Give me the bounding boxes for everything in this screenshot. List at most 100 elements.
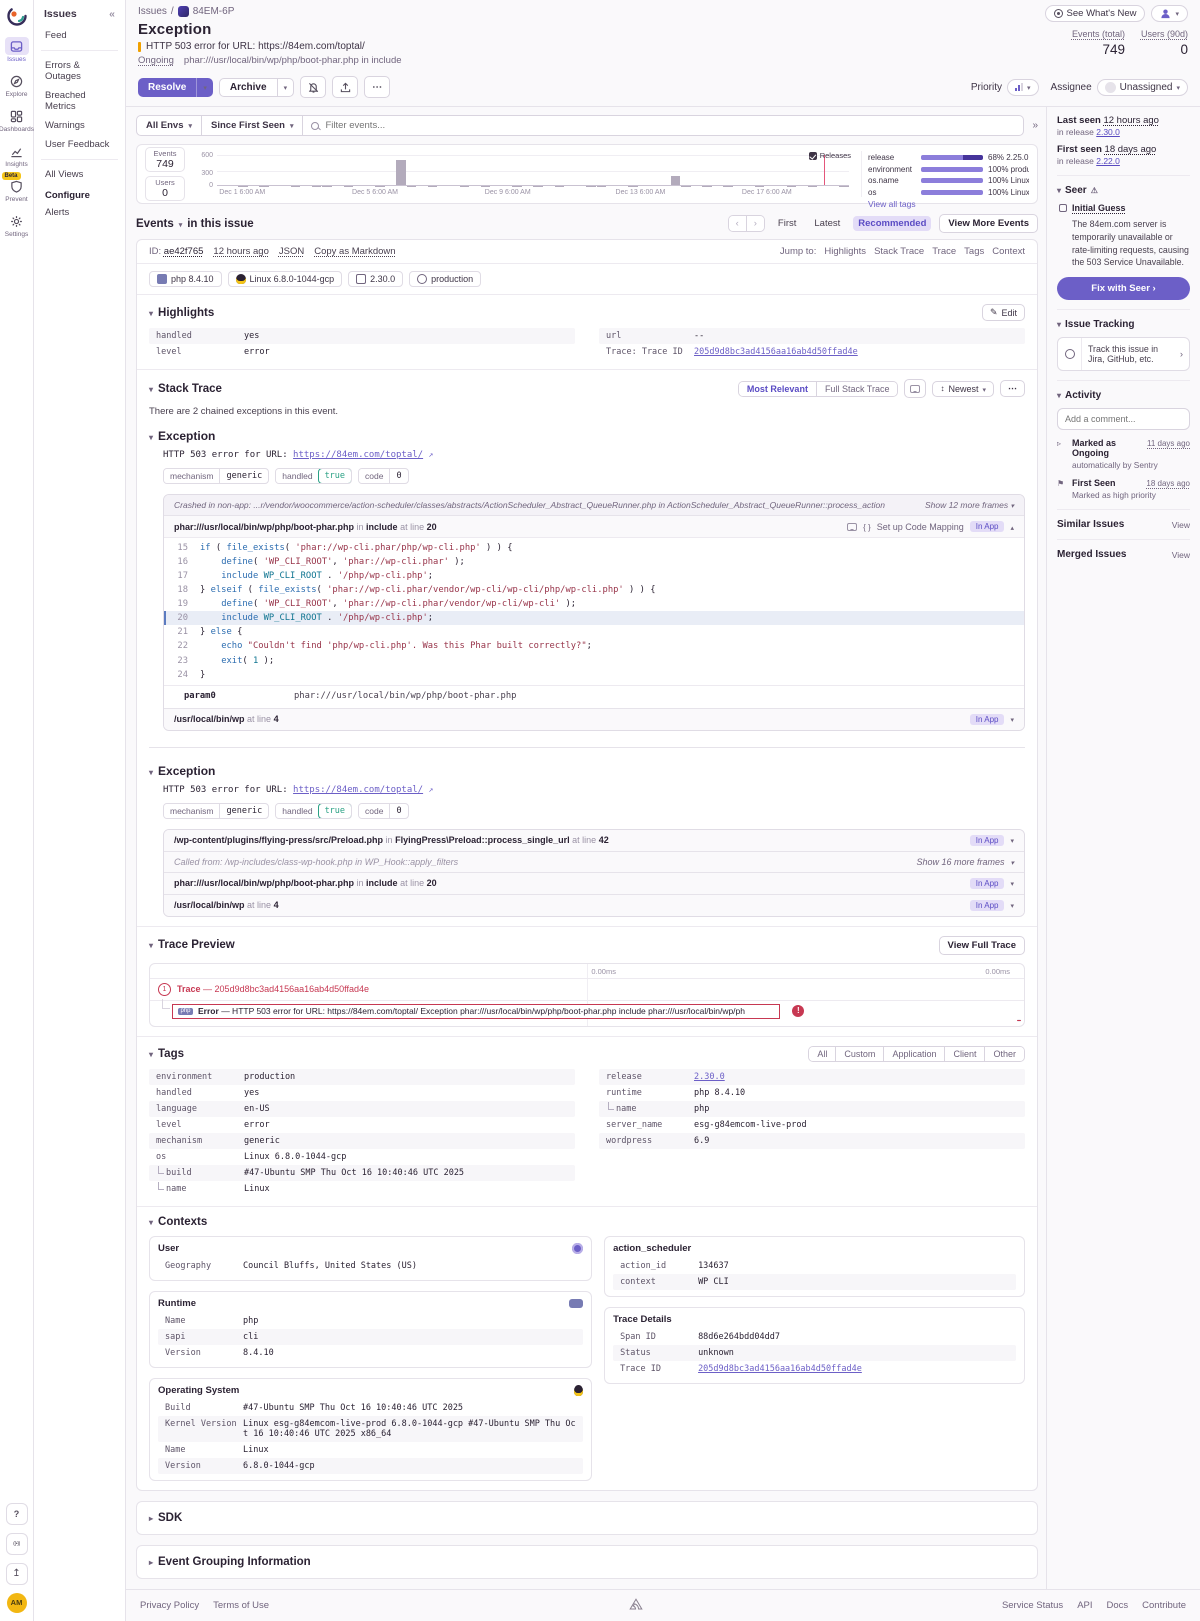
collapse-icon[interactable] xyxy=(149,307,153,319)
fix-with-seer-button[interactable]: Fix with Seer › xyxy=(1057,277,1190,300)
user-avatar[interactable]: AM xyxy=(7,1593,27,1613)
collapse-icon[interactable] xyxy=(1057,185,1061,196)
code-line[interactable]: 17 include WP_CLI_ROOT . '/php/wp-cli.ph… xyxy=(164,569,1024,583)
frame-header[interactable]: /wp-content/plugins/flying-press/src/Pre… xyxy=(164,830,1024,851)
event-id[interactable]: ae42f765 xyxy=(164,246,204,257)
frame-header[interactable]: /usr/local/bin/wp at line 4 In App xyxy=(164,894,1024,916)
search-box[interactable] xyxy=(303,115,1024,136)
tags-filter-option[interactable]: Client xyxy=(944,1047,984,1061)
collapse-icon[interactable] xyxy=(1057,319,1061,330)
crashed-in-row[interactable]: Crashed in non-app: ...r/vendor/woocomme… xyxy=(164,495,1024,515)
sidebar-item-errors-outages[interactable]: Errors & Outages xyxy=(41,56,118,86)
whats-new-button[interactable]: See What's New xyxy=(1045,5,1146,22)
sidebar-item-warnings[interactable]: Warnings xyxy=(41,116,118,135)
rail-item-dashboards[interactable]: Dashboards xyxy=(1,107,33,133)
chart-events-stat[interactable]: Events 749 xyxy=(145,147,185,172)
json-link[interactable]: JSON xyxy=(279,246,304,257)
jump-link[interactable]: Context xyxy=(992,246,1025,257)
code-line[interactable]: 15if ( file_exists( 'phar://wp-cli.phar/… xyxy=(164,541,1024,555)
code-line[interactable]: 21} else { xyxy=(164,625,1024,639)
events-dropdown[interactable]: Events xyxy=(136,218,174,230)
code-line[interactable]: 23 exit( 1 ); xyxy=(164,654,1024,668)
view-full-trace-button[interactable]: View Full Trace xyxy=(939,936,1025,955)
exception-url-link[interactable]: https://84em.com/toptal/ xyxy=(293,785,423,795)
trace-error-row[interactable]: php Error — HTTP 503 error for URL: http… xyxy=(150,1001,1024,1026)
archive-dropdown[interactable] xyxy=(277,79,294,96)
frame-header[interactable]: phar:///usr/local/bin/wp/php/boot-phar.p… xyxy=(164,515,1024,537)
sidebar-item-all-views[interactable]: All Views xyxy=(41,165,118,184)
tag-summary-row[interactable]: os.name100% Linux xyxy=(868,176,1029,185)
collapse-icon[interactable] xyxy=(1057,390,1061,401)
view-more-events-button[interactable]: View More Events xyxy=(939,214,1038,233)
jump-link[interactable]: Tags xyxy=(964,246,984,257)
rail-item-insights[interactable]: Insights xyxy=(1,142,33,168)
assignee-dropdown[interactable]: Unassigned xyxy=(1097,79,1188,96)
sidebar-item-breached-metrics[interactable]: Breached Metrics xyxy=(41,86,118,116)
first-seen-release-link[interactable]: 2.22.0 xyxy=(1096,156,1120,166)
chart-users-stat[interactable]: Users 0 xyxy=(145,176,185,201)
rail-item-explore[interactable]: Explore xyxy=(1,72,33,98)
tag-chip[interactable]: production xyxy=(409,271,481,287)
trace-scrollbar[interactable] xyxy=(1017,1019,1021,1022)
rail-item-settings[interactable]: Settings xyxy=(1,212,33,238)
rail-item-prevent[interactable]: Beta Prevent xyxy=(1,177,33,203)
breadcrumb-issues-link[interactable]: Issues xyxy=(138,6,167,17)
code-line[interactable]: 16 define( 'WP_CLI_ROOT', 'phar://wp-cli… xyxy=(164,555,1024,569)
tags-filter-option[interactable]: Custom xyxy=(835,1047,883,1061)
comment-bubble-icon[interactable] xyxy=(847,523,857,531)
sidebar-item-alerts[interactable]: Alerts xyxy=(41,203,118,222)
setup-code-mapping-link[interactable]: Set up Code Mapping xyxy=(877,522,964,532)
sidebar-item-feed[interactable]: Feed xyxy=(41,26,118,45)
in-app-badge[interactable]: In App xyxy=(970,900,1005,911)
date-range-filter[interactable]: Since First Seen xyxy=(202,115,303,136)
frame-header[interactable]: phar:///usr/local/bin/wp/php/boot-phar.p… xyxy=(164,872,1024,894)
code-line[interactable]: 20 include WP_CLI_ROOT . '/php/wp-cli.ph… xyxy=(164,611,1024,625)
api-link[interactable]: API xyxy=(1077,1600,1092,1611)
in-app-badge[interactable]: In App xyxy=(970,835,1005,846)
tag-summary-row[interactable]: environment100% production xyxy=(868,165,1029,174)
breadcrumb-project[interactable]: 84EM-6P xyxy=(193,6,235,17)
activity-time[interactable]: 18 days ago xyxy=(1146,479,1190,488)
in-app-badge[interactable]: In App xyxy=(970,878,1005,889)
collapse-icon[interactable] xyxy=(149,1048,153,1060)
tags-filter-option[interactable]: All xyxy=(809,1047,835,1061)
service-status-link[interactable]: Service Status xyxy=(1002,1600,1063,1611)
event-grouping-section[interactable]: Event Grouping Information xyxy=(136,1545,1038,1579)
tag-summary-row[interactable]: release68% 2.25.0 xyxy=(868,153,1029,162)
tags-filter-option[interactable]: Other xyxy=(984,1047,1024,1061)
search-input[interactable] xyxy=(325,120,1015,131)
more-actions-button[interactable] xyxy=(364,76,390,98)
collapse-icon[interactable] xyxy=(149,1216,153,1228)
broadcast-button[interactable] xyxy=(6,1533,28,1555)
event-age[interactable]: 12 hours ago xyxy=(213,246,268,257)
show-more-frames-link[interactable]: Show 16 more frames xyxy=(916,857,1004,867)
collapse-icon[interactable] xyxy=(149,764,153,778)
show-more-frames-link[interactable]: Show 12 more frames xyxy=(925,500,1008,510)
merged-issues-view-link[interactable]: View xyxy=(1172,550,1190,560)
code-line[interactable]: 19 define( 'WP_CLI_ROOT', 'phar://wp-cli… xyxy=(164,597,1024,611)
chevron-down-icon[interactable] xyxy=(1010,714,1014,724)
resolve-button[interactable]: Resolve xyxy=(138,78,213,97)
tag-chip[interactable]: 2.30.0 xyxy=(348,271,403,287)
stack-more-button[interactable] xyxy=(1000,380,1025,397)
privacy-policy-link[interactable]: Privacy Policy xyxy=(140,1600,199,1611)
help-button[interactable] xyxy=(6,1503,28,1525)
previous-event-button[interactable] xyxy=(729,216,746,231)
expand-icon[interactable] xyxy=(149,1512,153,1524)
in-app-badge[interactable]: In App xyxy=(970,714,1005,725)
copy-markdown-link[interactable]: Copy as Markdown xyxy=(314,246,395,257)
tag-chip[interactable]: Linux 6.8.0-1044-gcp xyxy=(228,271,343,287)
activity-time[interactable]: 11 days ago xyxy=(1147,439,1190,448)
collapse-icon[interactable] xyxy=(149,383,153,395)
collapse-sidebar-icon[interactable] xyxy=(109,8,115,20)
exception-url-link[interactable]: https://84em.com/toptal/ xyxy=(293,450,423,460)
trace-root-row[interactable]: 1 Trace — 205d9d8bc3ad4156aa16ab4d50ffad… xyxy=(150,979,1024,1001)
collapse-activity-button[interactable] xyxy=(1032,120,1038,131)
comment-input[interactable] xyxy=(1057,408,1190,430)
updates-button[interactable] xyxy=(6,1563,28,1585)
tag-chip[interactable]: php 8.4.10 xyxy=(149,271,222,287)
code-line[interactable]: 22 echo "Couldn't find 'php/wp-cli.php'.… xyxy=(164,639,1024,653)
latest-event-link[interactable]: Latest xyxy=(809,216,845,231)
jump-link[interactable]: Stack Trace xyxy=(874,246,924,257)
releases-toggle[interactable]: Releases xyxy=(809,151,851,160)
